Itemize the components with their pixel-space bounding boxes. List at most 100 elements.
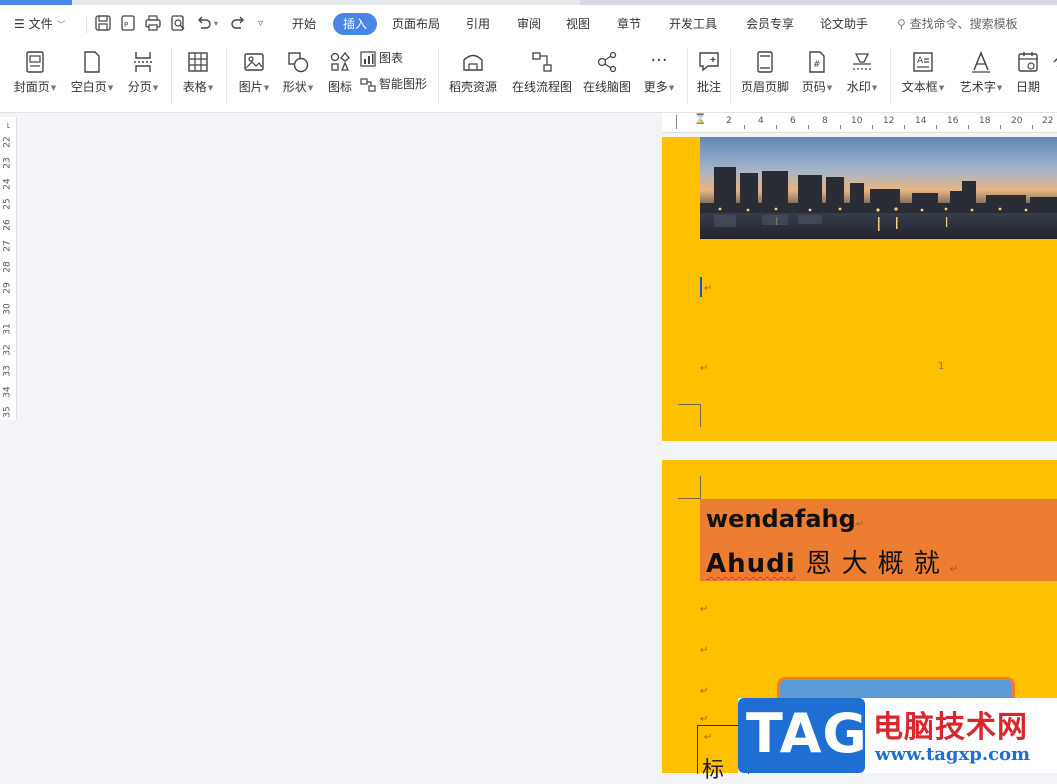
online-flowchart-button[interactable]: 在线流程图 xyxy=(511,48,573,104)
undo-dropdown-icon[interactable]: ▾ xyxy=(214,13,218,35)
paragraph-mark: ↵ xyxy=(704,732,713,743)
ruler-number: 23 xyxy=(2,157,13,169)
redo-icon[interactable] xyxy=(229,14,247,32)
shape-label: 形状 xyxy=(282,80,307,94)
page-break-icon xyxy=(126,48,160,76)
more-button[interactable]: ··· 更多▼ xyxy=(641,48,677,104)
paragraph-mark: ↵ xyxy=(949,564,960,575)
ruler-tick xyxy=(968,125,969,129)
attachment-button[interactable] xyxy=(1046,48,1057,104)
word-art-icon xyxy=(957,48,1005,76)
more-icon: ··· xyxy=(650,50,668,71)
ruler-tick xyxy=(808,125,809,129)
print-preview-icon[interactable] xyxy=(169,14,187,32)
tab-review[interactable]: 审阅 xyxy=(517,13,541,35)
dropdown-arrow-icon: ▼ xyxy=(152,83,159,92)
heading-2-cjk-text: 恩大概就 xyxy=(805,549,950,579)
docer-resources-label: 稻壳资源 xyxy=(448,80,497,94)
tab-page-layout[interactable]: 页面布局 xyxy=(392,13,440,35)
icon-button[interactable]: 图标 xyxy=(326,48,354,104)
ruler-tick xyxy=(1000,125,1001,129)
text-box-label: 文本框 xyxy=(901,80,938,94)
online-mindmap-button[interactable]: 在线脑图 xyxy=(582,48,632,104)
text-box-button[interactable]: A 文本框▼ xyxy=(899,48,947,104)
text-cursor xyxy=(700,277,702,297)
ruler-number: 14 xyxy=(915,116,927,126)
smart-art-button[interactable]: 智能图形 xyxy=(360,74,427,94)
chart-button[interactable]: 图表 xyxy=(360,48,403,68)
heading-block[interactable]: wendafahg↵ Ahudi 恩大概就↵ xyxy=(700,499,1057,581)
dropdown-arrow-icon: ▼ xyxy=(263,83,270,92)
tab-member[interactable]: 会员专享 xyxy=(746,13,794,35)
header-footer-button[interactable]: 页眉页脚 xyxy=(740,48,790,104)
print-icon[interactable] xyxy=(144,14,162,32)
ruler-number: 28 xyxy=(2,261,13,273)
ruler-marker: ⌐ xyxy=(3,122,13,129)
date-button[interactable]: 日期 xyxy=(1013,48,1043,104)
vertical-ruler[interactable]: ⌐ 22 23 24 25 26 27 28 29 30 31 32 33 34… xyxy=(0,117,17,420)
svg-text:#: # xyxy=(813,60,821,70)
watermark-site-name: 电脑技术网 xyxy=(873,710,1028,745)
ribbon-divider xyxy=(730,48,731,104)
dropdown-arrow-icon: ▼ xyxy=(207,83,214,92)
ruler-tick xyxy=(872,125,873,129)
watermark-icon xyxy=(844,48,880,76)
date-label: 日期 xyxy=(1015,80,1040,94)
dropdown-arrow-icon: ▼ xyxy=(307,83,314,92)
tab-insert[interactable]: 插入 xyxy=(333,13,378,35)
ruler-number: 16 xyxy=(947,116,959,126)
cover-page-icon xyxy=(12,48,58,76)
page-number: 1 xyxy=(938,361,945,372)
picture-button[interactable]: 图片▼ xyxy=(236,48,272,104)
ruler-number: 32 xyxy=(2,344,13,356)
watermark-button[interactable]: 水印▼ xyxy=(844,48,880,104)
blank-page-label: 空白页 xyxy=(70,80,107,94)
word-art-button[interactable]: 艺术字▼ xyxy=(957,48,1005,104)
customize-toolbar-icon[interactable]: ▿ xyxy=(258,13,263,35)
document-page-1[interactable]: ↵ ↵ 1 xyxy=(662,137,1057,441)
ruler-tick xyxy=(1032,125,1033,129)
comment-button[interactable]: 批注 xyxy=(695,48,723,104)
file-menu[interactable]: ☰ 文件 ﹀ xyxy=(14,13,65,35)
ribbon-divider xyxy=(171,48,172,104)
dropdown-arrow-icon: ▼ xyxy=(668,83,675,92)
command-search[interactable]: ⚲ 查找命令、搜索模板 xyxy=(897,13,1018,35)
watermark-url: www.tagxp.com xyxy=(875,744,1031,765)
tab-view[interactable]: 视图 xyxy=(566,13,590,35)
smart-art-label: 智能图形 xyxy=(379,77,428,91)
ruler-number: 4 xyxy=(758,116,764,126)
search-input[interactable]: 查找命令、搜索模板 xyxy=(910,17,1018,31)
paragraph-mark: ↵ xyxy=(855,519,865,530)
docer-resources-button[interactable]: 稻壳资源 xyxy=(448,48,498,104)
page-break-button[interactable]: 分页▼ xyxy=(126,48,160,104)
chart-icon xyxy=(360,50,376,67)
horizontal-ruler[interactable]: ⌛ 2 4 6 8 10 12 14 16 18 20 22 xyxy=(662,113,1057,133)
tab-developer[interactable]: 开发工具 xyxy=(669,13,717,35)
smart-art-icon xyxy=(360,77,376,92)
undo-icon[interactable] xyxy=(195,14,213,32)
watermark-label: 水印 xyxy=(846,80,871,94)
dropdown-arrow-icon: ▼ xyxy=(871,83,878,92)
dropdown-arrow-icon: ▼ xyxy=(826,83,833,92)
city-skyline-image[interactable] xyxy=(700,137,1057,239)
tab-home[interactable]: 开始 xyxy=(292,13,316,35)
heading-line-1[interactable]: wendafahg↵ xyxy=(706,505,864,533)
calendar-icon xyxy=(1013,48,1043,76)
blank-page-icon xyxy=(69,48,115,76)
cover-page-button[interactable]: 封面页▼ xyxy=(12,48,58,104)
tab-paper-assistant[interactable]: 论文助手 xyxy=(820,13,868,35)
table-button[interactable]: 表格▼ xyxy=(180,48,216,104)
shape-button[interactable]: 形状▼ xyxy=(280,48,316,104)
blank-page-button[interactable]: 空白页▼ xyxy=(69,48,115,104)
export-pdf-icon[interactable]: P xyxy=(119,14,137,32)
dropdown-arrow-icon: ▼ xyxy=(938,83,945,92)
menu-bar: ☰ 文件 ﹀ P ▾ ▿ 开始 插入 页面布局 引用 审阅 视图 章节 开发工具… xyxy=(0,5,1057,42)
indent-marker-icon[interactable]: ⌛ xyxy=(694,114,706,125)
ruler-number: 6 xyxy=(790,116,796,126)
tab-references[interactable]: 引用 xyxy=(466,13,490,35)
tab-section[interactable]: 章节 xyxy=(617,13,641,35)
table-icon xyxy=(180,48,216,76)
heading-line-2[interactable]: Ahudi 恩大概就↵ xyxy=(706,543,959,580)
page-number-button[interactable]: # 页码▼ xyxy=(799,48,835,104)
save-icon[interactable] xyxy=(94,14,112,32)
